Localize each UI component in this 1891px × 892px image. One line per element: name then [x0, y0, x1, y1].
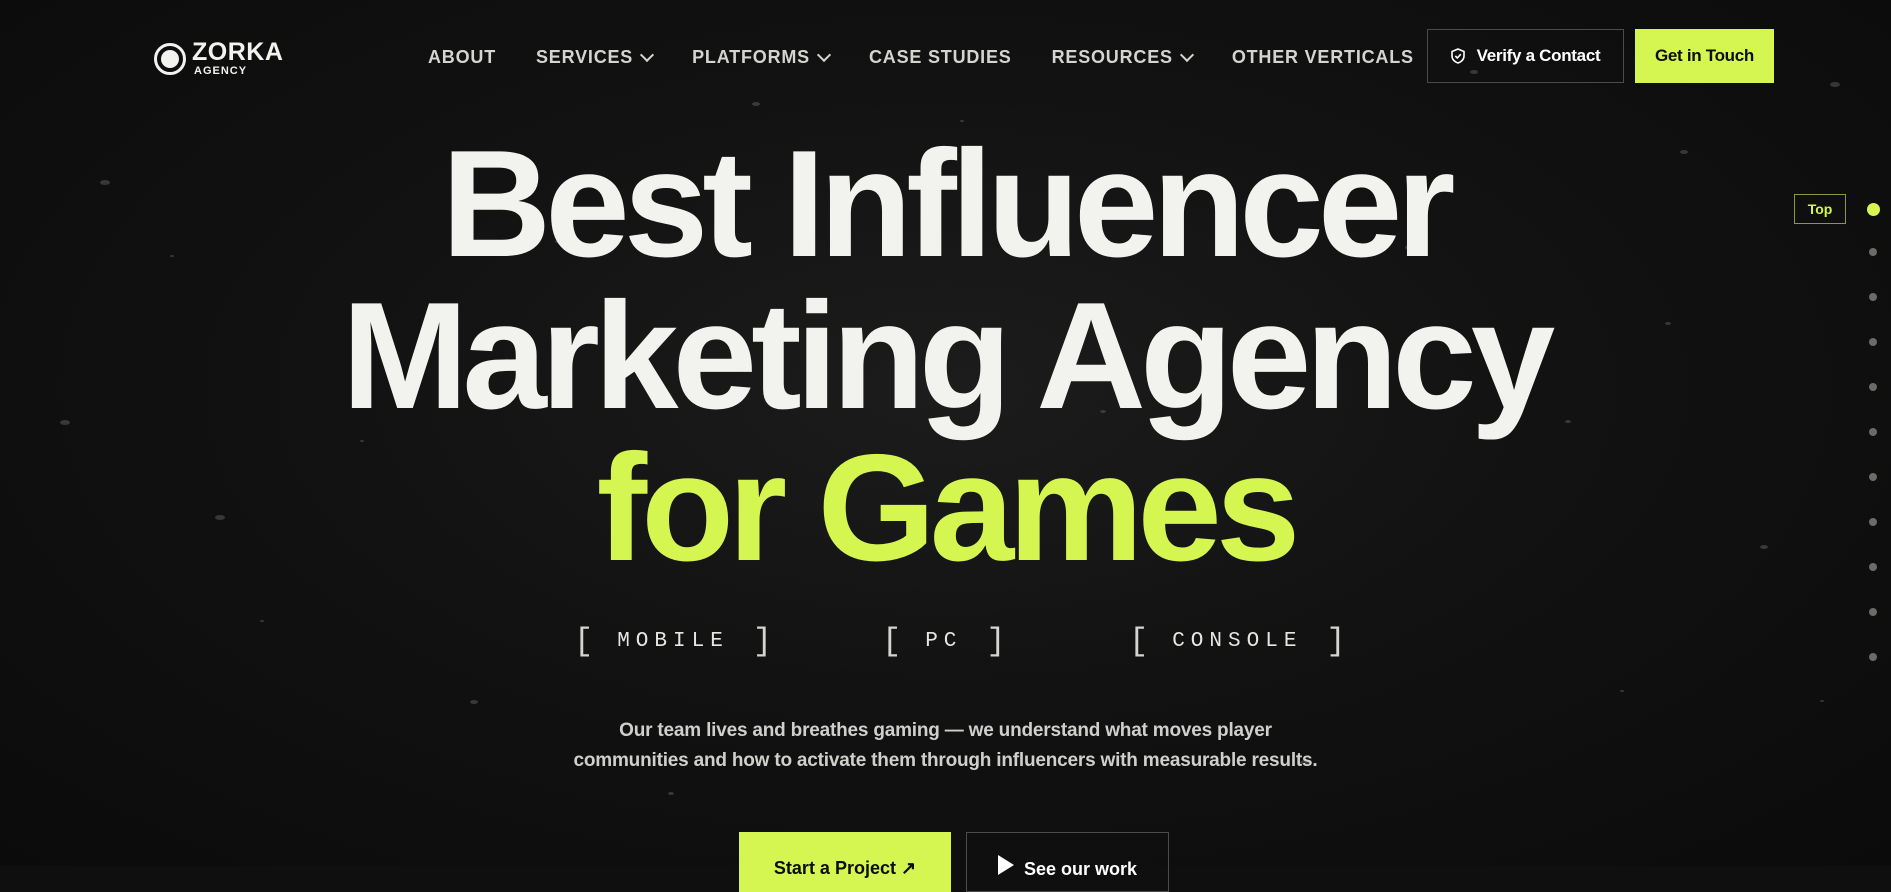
nav-about[interactable]: ABOUT	[428, 47, 496, 68]
platform-tag-pc: [ PC ]	[882, 623, 1006, 660]
nav-resources[interactable]: RESOURCES	[1051, 47, 1194, 68]
section-dot[interactable]	[1869, 518, 1877, 526]
shield-check-icon	[1450, 48, 1465, 64]
play-icon	[997, 855, 1014, 875]
platform-tag-mobile: [ MOBILE ]	[574, 623, 772, 660]
hero-line-1: Best Influencer	[441, 119, 1455, 289]
bracket-close: ]	[986, 623, 1006, 660]
section-dot[interactable]	[1869, 338, 1877, 346]
hero-line-2: Marketing Agency	[341, 271, 1556, 441]
section-dot[interactable]	[1869, 653, 1877, 661]
platform-label: PC	[925, 630, 963, 653]
hero-line-3: for Games	[596, 423, 1301, 593]
nav-services[interactable]: SERVICES	[536, 47, 655, 68]
logo-text: ZORKA AGENCY	[192, 40, 283, 77]
hero-description-line-2: communities and how to activate them thr…	[573, 750, 1318, 771]
section-dot[interactable]	[1869, 563, 1877, 571]
section-dot[interactable]	[1869, 248, 1877, 256]
logo-name: ZORKA	[192, 38, 284, 66]
particle	[752, 102, 760, 106]
start-project-button[interactable]: Start a Project ↗	[739, 832, 951, 892]
section-dot[interactable]	[1869, 428, 1877, 436]
bracket-open: [	[574, 623, 594, 660]
hero-description-line-1: Our team lives and breathes gaming — we …	[619, 720, 1272, 741]
hero-title: Best Influencer Marketing Agency for Gam…	[0, 128, 1891, 584]
bracket-close: ]	[1326, 623, 1346, 660]
nav-resources-label: RESOURCES	[1051, 47, 1173, 67]
particle	[1830, 82, 1840, 87]
particle	[668, 792, 674, 795]
platform-tag-console: [ CONSOLE ]	[1129, 623, 1346, 660]
section-dot[interactable]	[1869, 383, 1877, 391]
particle	[470, 700, 478, 704]
nav-other-verticals-label: OTHER VERTICALS	[1231, 47, 1414, 67]
chevron-down-icon	[1179, 47, 1194, 62]
chevron-down-icon	[816, 47, 832, 62]
particle	[260, 620, 264, 622]
section-dot[interactable]	[1869, 473, 1877, 481]
logo-sub: AGENCY	[194, 65, 248, 77]
bracket-open: [	[1129, 623, 1149, 660]
particle	[1820, 700, 1824, 702]
top-indicator-label: Top	[1794, 194, 1846, 224]
nav-platforms-label: PLATFORMS	[692, 47, 810, 67]
nav-case-studies-label: CASE STUDIES	[868, 47, 1012, 67]
nav-platforms[interactable]: PLATFORMS	[692, 47, 832, 68]
verify-contact-button[interactable]: Verify a Contact	[1427, 29, 1624, 83]
bracket-open: [	[882, 623, 902, 660]
get-in-touch-button[interactable]: Get in Touch	[1635, 29, 1774, 83]
chevron-down-icon	[640, 47, 655, 62]
section-dot[interactable]	[1869, 293, 1877, 301]
section-dot[interactable]	[1867, 203, 1880, 216]
see-our-work-label: See our work	[1023, 859, 1138, 879]
hero-description: Our team lives and breathes gaming — we …	[0, 716, 1891, 776]
logo-mark-icon	[154, 42, 186, 75]
nav-about-label: ABOUT	[428, 47, 496, 67]
platform-label: CONSOLE	[1172, 630, 1303, 653]
logo[interactable]: ZORKA AGENCY	[154, 40, 283, 77]
nav-other-verticals[interactable]: OTHER VERTICALS	[1232, 47, 1414, 68]
verify-contact-label: Verify a Contact	[1476, 46, 1601, 65]
nav-services-label: SERVICES	[536, 47, 634, 67]
nav-case-studies[interactable]: CASE STUDIES	[869, 47, 1012, 68]
bracket-close: ]	[752, 623, 773, 660]
main-nav: ABOUT SERVICES PLATFORMS CASE STUDIES RE…	[428, 47, 1414, 68]
platform-label: MOBILE	[617, 630, 729, 653]
particle	[1620, 690, 1624, 692]
section-dot[interactable]	[1869, 608, 1877, 616]
see-our-work-button[interactable]: See our work	[966, 832, 1169, 892]
